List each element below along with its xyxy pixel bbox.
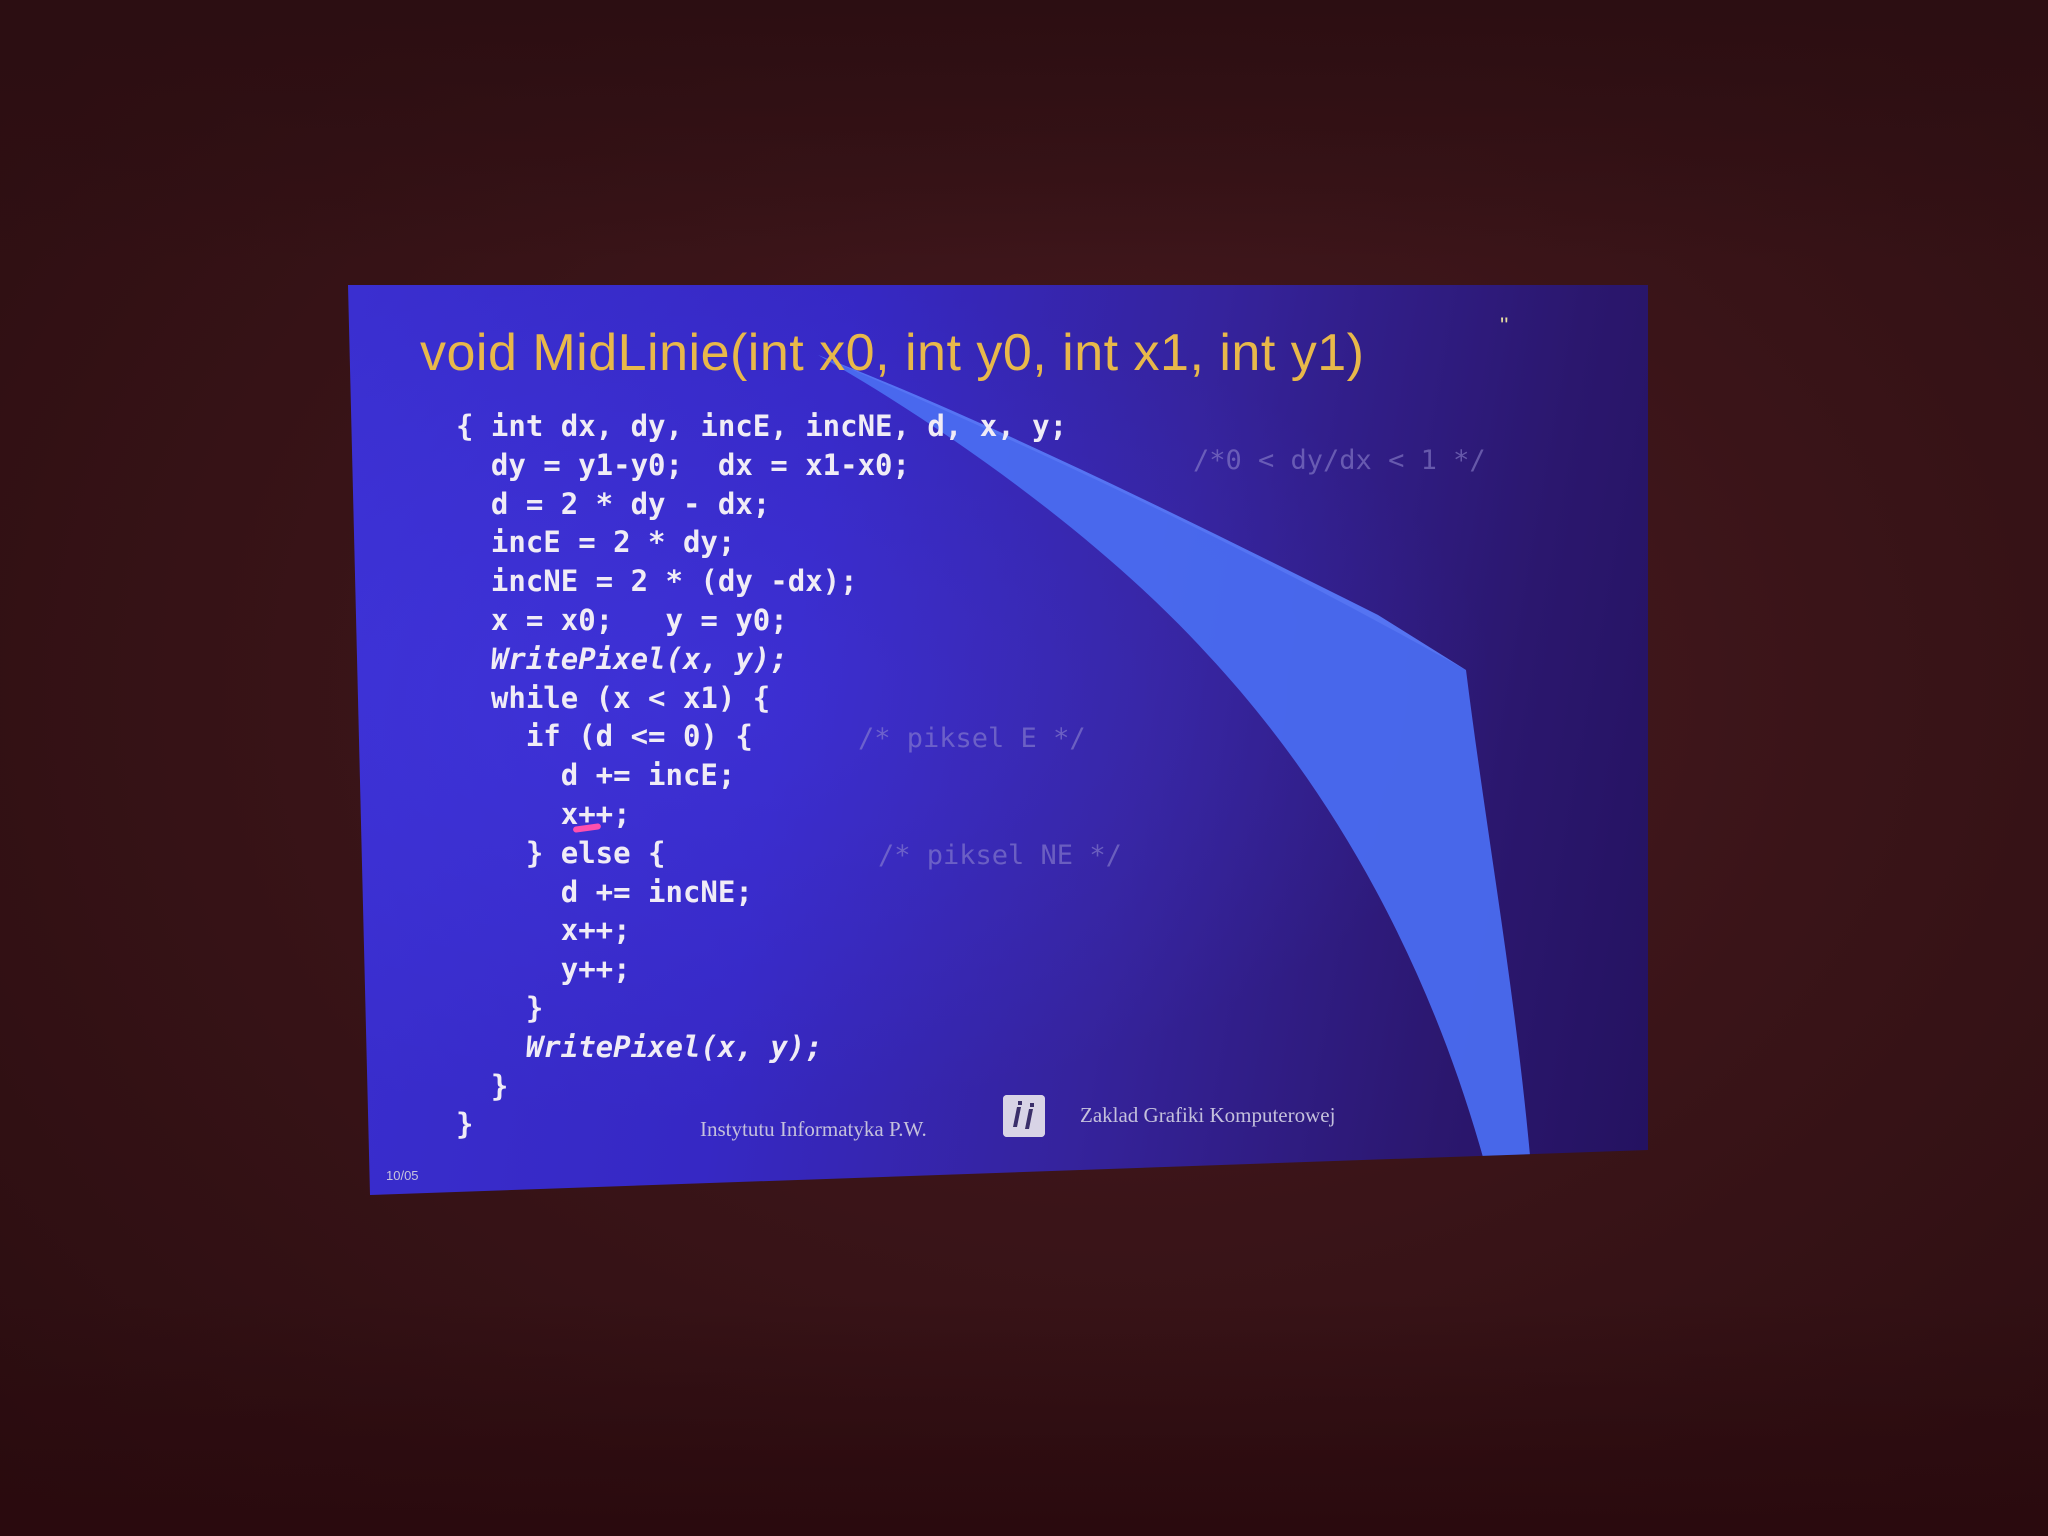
code-line: d += incNE;	[456, 874, 753, 909]
slide-title: void MidLinie(int x0, int y0, int x1, in…	[420, 324, 1365, 382]
code-block: { int dx, dy, incE, incNE, d, x, y; dy =…	[456, 407, 1067, 1144]
code-line: d += incE;	[456, 758, 736, 793]
code-line: { int dx, dy, incE, incNE, d, x, y;	[456, 409, 1068, 443]
code-line: y++;	[456, 952, 631, 987]
comment-pixel-ne: /* piksel NE */	[878, 840, 1122, 871]
institute-logo	[1003, 1095, 1045, 1137]
code-line: }	[456, 1068, 509, 1103]
code-line: x++;	[456, 913, 631, 948]
title-mark: ''	[1500, 313, 1509, 338]
page-number: 10/05	[386, 1168, 419, 1183]
code-line: WritePixel(x, y);	[456, 641, 788, 676]
code-line: x = x0; y = y0;	[456, 602, 788, 637]
logo-icon	[1003, 1095, 1045, 1137]
code-line: dy = y1-y0; dx = x1-x0;	[456, 447, 910, 482]
footer-department: Zaklad Grafiki Komputerowej	[1080, 1103, 1336, 1127]
comment-pixel-e: /* piksel E */	[858, 723, 1086, 754]
code-line: WritePixel(x, y);	[456, 1029, 823, 1064]
code-line: while (x < x1) {	[456, 680, 771, 715]
code-line: }	[456, 990, 544, 1025]
code-line: d = 2 * dy - dx;	[456, 486, 771, 521]
projected-slide: void MidLinie(int x0, int y0, int x1, in…	[348, 285, 1648, 1195]
code-line: x++;	[456, 796, 631, 831]
room-shadow-top	[0, 0, 2048, 260]
footer-institute: Instytutu Informatyka P.W.	[700, 1117, 927, 1141]
room-shadow-bottom	[0, 1300, 2048, 1536]
code-line: incE = 2 * dy;	[456, 525, 736, 560]
code-line: incNE = 2 * (dy -dx);	[456, 564, 858, 599]
comment-slope: /*0 < dy/dx < 1 */	[1193, 445, 1486, 476]
